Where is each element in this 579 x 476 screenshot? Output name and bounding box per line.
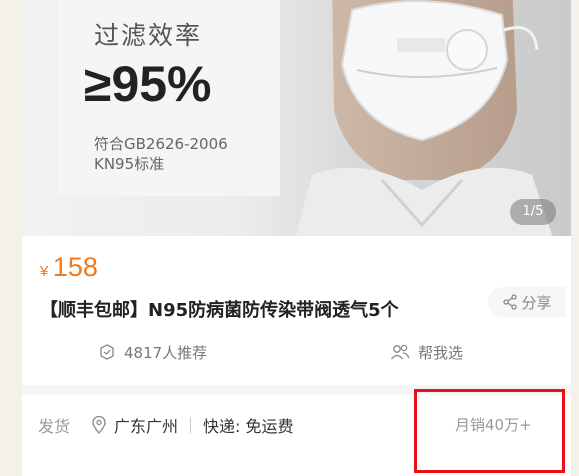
hero-standard-line2: KN95标准 bbox=[94, 155, 165, 173]
highlight-box bbox=[414, 389, 565, 473]
shipping-location: 广东广州 bbox=[114, 417, 179, 436]
recommend-count[interactable]: 4817人推荐 bbox=[98, 340, 207, 364]
page: 过滤效率 ≥95% 符合GB2626-2006 KN95标准 1/5 ¥ 158… bbox=[0, 0, 579, 476]
hero-title: 过滤效率 bbox=[94, 21, 203, 50]
help-choose-button[interactable]: 帮我选 bbox=[390, 340, 463, 364]
share-label: 分享 bbox=[521, 293, 552, 312]
shipping-express: 快递: 免运费 bbox=[203, 417, 294, 436]
product-image-carousel[interactable]: 过滤效率 ≥95% 符合GB2626-2006 KN95标准 1/5 bbox=[22, 0, 571, 236]
image-counter: 1/5 bbox=[510, 199, 556, 225]
share-button[interactable]: 分享 bbox=[488, 287, 566, 317]
recommend-icon bbox=[98, 343, 116, 361]
shipping-separator bbox=[190, 417, 192, 433]
price-amount: 158 bbox=[52, 252, 98, 282]
shipping-row[interactable]: 发货 广东广州 快递: 免运费 bbox=[38, 413, 294, 437]
people-icon bbox=[390, 343, 410, 361]
product-title: 【顺丰包邮】N95防病菌防传染带阀透气5个 bbox=[40, 300, 399, 321]
price-currency: ¥ bbox=[40, 263, 49, 280]
recommend-label: 4817人推荐 bbox=[124, 343, 208, 362]
shipping-label: 发货 bbox=[38, 417, 71, 436]
hero-efficiency-value: ≥95% bbox=[84, 56, 212, 112]
price: ¥ 158 bbox=[40, 252, 98, 283]
hero-standard-line1: 符合GB2626-2006 bbox=[94, 135, 228, 153]
share-icon bbox=[502, 294, 518, 310]
location-pin-icon bbox=[92, 416, 106, 434]
help-choose-label: 帮我选 bbox=[418, 343, 464, 362]
